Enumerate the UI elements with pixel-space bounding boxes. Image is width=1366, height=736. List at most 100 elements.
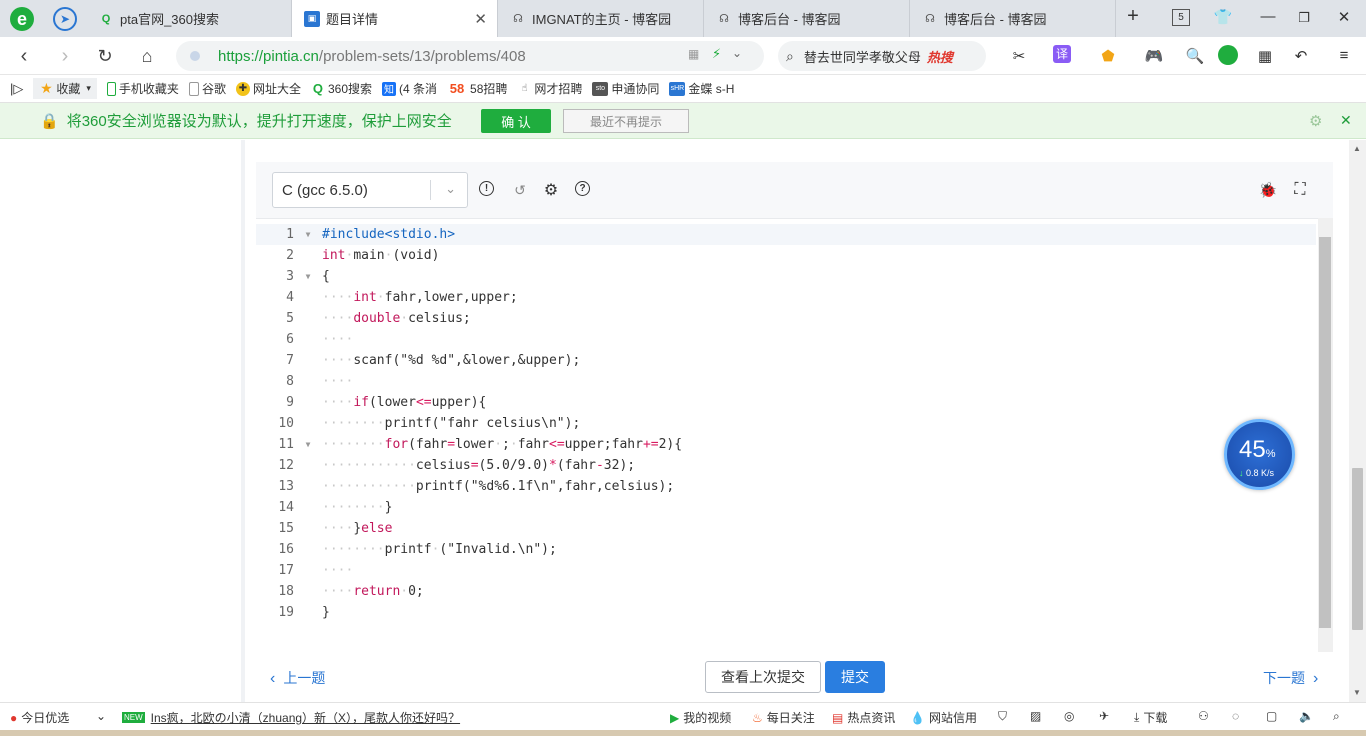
submit-button[interactable]: 提交 bbox=[825, 661, 885, 693]
editor-scrollbar[interactable] bbox=[1318, 218, 1333, 652]
lightning-icon[interactable]: ⚡ bbox=[712, 46, 721, 62]
site-credit[interactable]: 💧 网站信用 bbox=[910, 709, 977, 726]
network-speed-widget[interactable]: 45% ↓ 0.8 K/s bbox=[1224, 419, 1295, 490]
browser-icon[interactable]: ◌ bbox=[1232, 709, 1239, 723]
search-box[interactable]: ⌕ 替去世同学孝敬父母 热搜 bbox=[778, 41, 986, 71]
bookmark-mobile[interactable]: 手机收藏夹 bbox=[106, 80, 179, 97]
dismiss-button[interactable]: 最近不再提示 bbox=[563, 109, 689, 133]
code-line[interactable]: 7 ····scanf("%d %d",&lower,&upper); bbox=[256, 350, 1316, 371]
code-line[interactable]: 12 ············celsius=(5.0/9.0)*(fahr-32… bbox=[256, 455, 1316, 476]
bookmark-url-directory[interactable]: ✚ 网址大全 bbox=[235, 80, 301, 97]
tab-360-search[interactable]: Q pta官网_360搜索 bbox=[86, 0, 292, 37]
sound-icon[interactable]: 🔈 bbox=[1299, 709, 1314, 723]
back-icon[interactable]: ‹ bbox=[12, 44, 36, 68]
menu-icon[interactable]: ≡ bbox=[1333, 47, 1355, 64]
page-scrollbar-thumb[interactable] bbox=[1352, 468, 1363, 630]
restore-icon[interactable]: ❐ bbox=[1293, 10, 1315, 26]
tab-blog-admin-2[interactable]: ☊ 博客后台 - 博客园 bbox=[910, 0, 1116, 37]
news-ticker[interactable]: NEW Ins疯，北欧の小清（zhuang）新（X），尾款人你还好吗？ bbox=[122, 709, 460, 726]
language-select[interactable]: C (gcc 6.5.0) ⌄ bbox=[272, 172, 468, 208]
bookmark-zhihu[interactable]: 知 (4 条消 bbox=[382, 80, 437, 97]
glasses-icon[interactable]: ⚇ bbox=[1198, 709, 1209, 723]
shield-icon[interactable]: ⬟ bbox=[1097, 47, 1119, 65]
code-line[interactable]: 17 ···· bbox=[256, 560, 1316, 581]
translate-icon[interactable]: 译 bbox=[1053, 45, 1071, 63]
tab-count-badge[interactable]: 5 bbox=[1172, 9, 1190, 26]
my-video[interactable]: ▶ 我的视频 bbox=[670, 709, 731, 726]
magnifier-icon[interactable]: 🔍 bbox=[1184, 47, 1206, 65]
code-line[interactable]: 14 ········} bbox=[256, 497, 1316, 518]
green-app-icon[interactable] bbox=[1218, 45, 1238, 65]
home-icon[interactable]: ⌂ bbox=[135, 44, 159, 68]
ie-icon[interactable]: ◎ bbox=[1064, 709, 1074, 723]
reload-icon[interactable]: ↻ bbox=[93, 44, 117, 68]
prev-problem-link[interactable]: ‹ 上一题 bbox=[270, 668, 325, 688]
code-line[interactable]: 3 ▼ { bbox=[256, 266, 1316, 287]
bookmark-360-search[interactable]: Q 360搜索 bbox=[311, 80, 372, 97]
confirm-button[interactable]: 确 认 bbox=[481, 109, 551, 133]
info-icon[interactable]: ! bbox=[479, 181, 494, 196]
code-line[interactable]: 10 ········printf("fahr celsius\n"); bbox=[256, 413, 1316, 434]
tab-imgnat-home[interactable]: ☊ IMGNAT的主页 - 博客园 bbox=[498, 0, 704, 37]
site-security-icon[interactable] bbox=[190, 51, 200, 61]
history-icon[interactable]: ↺ bbox=[511, 181, 529, 199]
download-button[interactable]: ⤓ 下载 bbox=[1134, 709, 1167, 726]
image-icon[interactable]: ▨ bbox=[1030, 709, 1041, 723]
fold-arrow-icon[interactable]: ▼ bbox=[302, 272, 314, 281]
bookmark-sto[interactable]: sto 申通协同 bbox=[592, 80, 659, 97]
bookmark-kingdee[interactable]: sHR 金蝶 s-H bbox=[669, 80, 734, 97]
code-line[interactable]: 15 ····}else bbox=[256, 518, 1316, 539]
address-bar[interactable]: https://pintia.cn /problem-sets/13/probl… bbox=[176, 41, 764, 71]
shirt-icon[interactable]: 👕 bbox=[1212, 8, 1234, 26]
search-icon[interactable]: ⌕ bbox=[1333, 709, 1340, 724]
bookmark-favorites[interactable]: ★ 收藏 ▾ bbox=[33, 78, 97, 99]
code-line[interactable]: 18 ····return·0; bbox=[256, 581, 1316, 602]
bookmark-58[interactable]: 58 58招聘 bbox=[447, 80, 508, 97]
chevron-down-icon[interactable]: ⌄ bbox=[732, 46, 742, 60]
next-problem-link[interactable]: 下一题 › bbox=[1263, 668, 1318, 688]
fold-arrow-icon[interactable]: ▼ bbox=[302, 230, 314, 239]
gear-icon[interactable]: ⚙ bbox=[542, 181, 560, 199]
forward-icon[interactable]: › bbox=[53, 44, 77, 68]
editor-scrollbar-thumb[interactable] bbox=[1319, 237, 1331, 628]
code-line[interactable]: 19} bbox=[256, 602, 1316, 623]
settings-icon[interactable]: ⚙ bbox=[1309, 112, 1322, 130]
close-icon[interactable]: ✕ bbox=[1340, 112, 1352, 129]
code-line[interactable]: 11 ▼ ········for(fahr=lower·;·fahr<=upper;… bbox=[256, 434, 1316, 455]
minimize-icon[interactable]: — bbox=[1257, 8, 1279, 25]
close-icon[interactable]: ✕ bbox=[474, 10, 487, 28]
code-line[interactable]: 9 ····if(lower<=upper){ bbox=[256, 392, 1316, 413]
window-icon[interactable]: ▢ bbox=[1266, 709, 1277, 723]
scroll-up-arrow-icon[interactable]: ▲ bbox=[1353, 144, 1361, 153]
new-tab-icon[interactable]: + bbox=[1122, 5, 1144, 28]
code-line[interactable]: 6 ···· bbox=[256, 329, 1316, 350]
window-close-icon[interactable]: ✕ bbox=[1333, 8, 1355, 26]
scissors-icon[interactable]: ✂ bbox=[1008, 47, 1030, 65]
tab-blog-admin-1[interactable]: ☊ 博客后台 - 博客园 bbox=[704, 0, 910, 37]
bookmark-wangcai[interactable]: ☝ 网才招聘 bbox=[517, 80, 582, 97]
gamepad-icon[interactable]: 🎮 bbox=[1143, 47, 1165, 65]
today-pick[interactable]: ● 今日优选 bbox=[10, 709, 69, 726]
code-line[interactable]: 5 ····double·celsius; bbox=[256, 308, 1316, 329]
hot-news[interactable]: ▤ 热点资讯 bbox=[832, 709, 895, 726]
fold-arrow-icon[interactable]: ▼ bbox=[302, 440, 314, 449]
fullscreen-icon[interactable]: ⛶ bbox=[1291, 181, 1309, 199]
code-line[interactable]: 2 int·main·(void) bbox=[256, 245, 1316, 266]
chevron-down-icon[interactable]: ⌄ bbox=[96, 709, 106, 723]
rocket-icon[interactable]: ✈ bbox=[1099, 709, 1109, 723]
debug-bug-icon[interactable]: 🐞 bbox=[1259, 181, 1278, 199]
code-line[interactable]: 16 ········printf·("Invalid.\n"); bbox=[256, 539, 1316, 560]
bookmark-google[interactable]: 谷歌 bbox=[188, 80, 226, 97]
view-last-submission-button[interactable]: 查看上次提交 bbox=[705, 661, 821, 693]
tab-problem-detail[interactable]: ▣ 题目详情 ✕ bbox=[292, 0, 498, 37]
sidebar-toggle-icon[interactable]: |▷ bbox=[10, 81, 23, 97]
qr-code-icon[interactable]: ▦ bbox=[688, 47, 699, 61]
shield-icon[interactable]: ⛉ bbox=[998, 709, 1007, 724]
undo-icon[interactable]: ↶ bbox=[1290, 47, 1312, 65]
scroll-down-arrow-icon[interactable]: ▼ bbox=[1353, 688, 1361, 697]
code-line[interactable]: 13 ············printf("%d%6.1f\n",fahr,ce… bbox=[256, 476, 1316, 497]
grid-icon[interactable]: ▦ bbox=[1254, 47, 1276, 65]
page-scrollbar[interactable]: ▲ ▼ bbox=[1349, 140, 1366, 702]
navigate-arrow-icon[interactable]: ➤ bbox=[53, 7, 77, 31]
code-line[interactable]: 8 ···· bbox=[256, 371, 1316, 392]
